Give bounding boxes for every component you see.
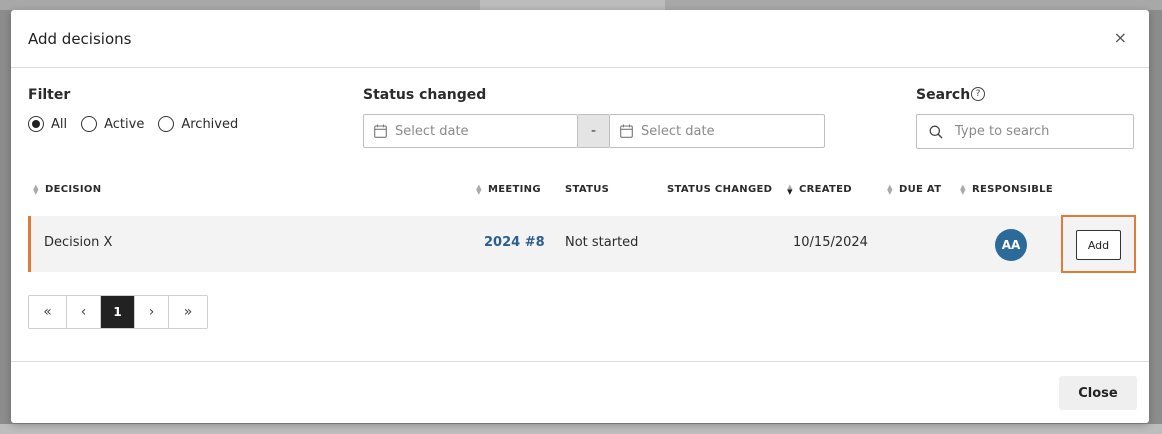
column-header-status[interactable]: STATUS [565,184,609,195]
footer-divider [11,361,1149,362]
sort-icon: ▲ ▼ [33,182,39,196]
radio-unchecked-icon [158,116,175,132]
radio-checked-icon [28,116,44,132]
help-icon[interactable]: ? [971,87,985,101]
created-date: 10/15/2024 [793,235,868,250]
search-label: Search [916,87,971,103]
filter-option-archived[interactable]: Archived [158,116,238,132]
column-header-label: STATUS CHANGED [667,184,773,195]
filter-label: Filter [28,87,71,103]
search-icon [929,125,943,138]
previous-page-button[interactable]: ‹ [67,296,101,328]
column-header-responsible[interactable]: ▲ ▼ RESPONSIBLE [960,182,1053,196]
status-changed-from-date[interactable]: Select date [363,114,578,148]
search-field[interactable] [916,114,1134,149]
column-header-label: RESPONSIBLE [972,184,1053,195]
dialog-title: Add decisions [28,30,132,48]
sort-icon: ▲ ▼ [960,182,966,196]
last-page-button[interactable]: » [169,296,207,328]
dialog-header: Add decisions × [11,10,1149,68]
search-input[interactable] [953,123,1127,140]
decision-name: Decision X [44,235,113,250]
next-page-button[interactable]: › [135,296,169,328]
filter-option-label: Archived [181,116,239,132]
calendar-icon [620,124,633,138]
close-button[interactable]: Close [1059,376,1137,410]
background-app-strip [0,0,1162,10]
status-value: Not started [565,235,639,250]
column-header-created[interactable]: ▲ ▼ CREATED [787,182,852,196]
column-header-label: CREATED [799,184,852,195]
status-changed-date-range: Select date - Select date [363,114,825,148]
meeting-link[interactable]: 2024 #8 [484,235,545,250]
column-header-label: STATUS [565,184,610,195]
filter-option-label: Active [104,116,145,132]
status-changed-label: Status changed [363,87,487,103]
column-header-label: DUE AT [899,184,942,195]
filter-option-all[interactable]: All [28,116,67,132]
calendar-icon [374,124,387,138]
add-decision-button[interactable]: Add [1076,230,1121,260]
sort-descending-icon: ▲ ▼ [787,182,793,196]
column-header-label: DECISION [45,184,102,195]
background-app-bottom [0,424,1162,434]
date-placeholder: Select date [641,123,715,139]
page-button-current[interactable]: 1 [101,296,135,328]
status-changed-to-date[interactable]: Select date [609,114,825,148]
column-header-decision[interactable]: ▲ ▼ DECISION [33,182,102,196]
sort-icon: ▲ ▼ [476,182,482,196]
radio-unchecked-icon [81,116,98,132]
filter-option-active[interactable]: Active [81,116,144,132]
column-header-label: MEETING [488,184,541,195]
column-header-due-at[interactable]: ▲ ▼ DUE AT [887,182,942,196]
table-row: Decision X 2024 #8 Not started 10/15/202… [28,216,1135,272]
add-decisions-dialog: Add decisions × Filter All Active Archiv… [11,10,1149,423]
date-placeholder: Select date [395,123,469,139]
sort-icon: ▲ ▼ [887,182,893,196]
close-icon[interactable]: × [1114,29,1127,47]
filter-radio-group: All Active Archived [28,114,252,134]
column-header-status-changed[interactable]: STATUS CHANGED [667,184,772,195]
column-header-meeting[interactable]: ▲ ▼ MEETING [476,182,541,196]
first-page-button[interactable]: « [29,296,67,328]
avatar: AA [995,229,1027,261]
filter-option-label: All [51,116,68,132]
date-range-separator: - [578,114,609,148]
pagination: « ‹ 1 › » [28,295,208,329]
